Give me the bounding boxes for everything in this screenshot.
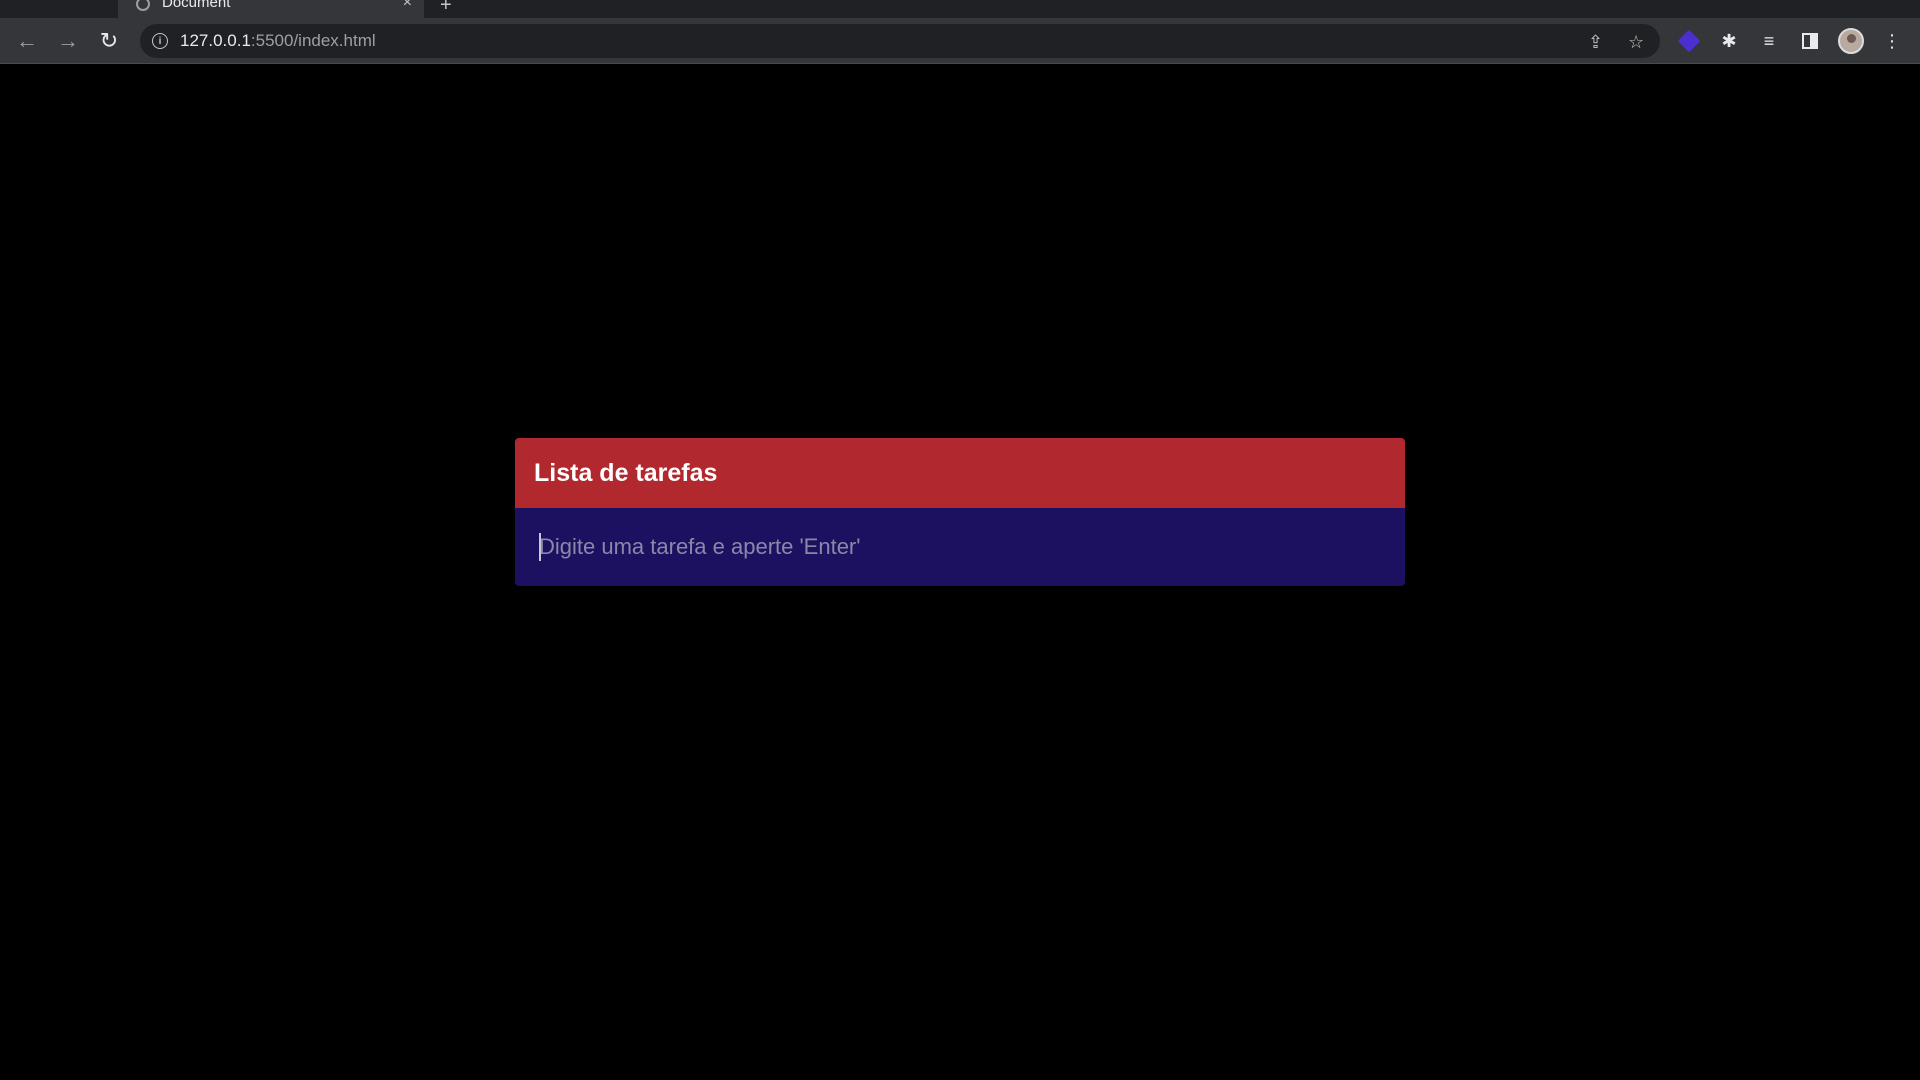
side-panel-shape bbox=[1802, 33, 1818, 49]
site-info-icon[interactable]: i bbox=[152, 33, 168, 49]
side-panel-icon[interactable] bbox=[1798, 29, 1822, 53]
browser-toolbar: ← → ↻ i 127.0.0.1:5500/index.html ⇪ ☆ ✱ … bbox=[0, 18, 1920, 64]
todo-header: Lista de tarefas bbox=[515, 438, 1405, 508]
back-icon[interactable]: ← bbox=[14, 28, 40, 54]
browser-tabstrip: Document × + bbox=[0, 0, 1920, 18]
reload-icon[interactable]: ↻ bbox=[96, 28, 122, 54]
address-bar[interactable]: i 127.0.0.1:5500/index.html ⇪ ☆ bbox=[140, 24, 1660, 58]
browser-menu-icon[interactable]: ⋮ bbox=[1880, 29, 1904, 53]
tab-close-icon[interactable]: × bbox=[403, 0, 412, 12]
todo-input-row bbox=[515, 508, 1405, 586]
browser-tab[interactable]: Document × bbox=[118, 0, 424, 18]
share-icon[interactable]: ⇪ bbox=[1588, 32, 1603, 53]
text-caret bbox=[539, 533, 541, 561]
todo-card: Lista de tarefas bbox=[515, 438, 1405, 586]
todo-title: Lista de tarefas bbox=[534, 458, 718, 487]
extension-cube-shape bbox=[1677, 29, 1701, 53]
profile-avatar[interactable] bbox=[1838, 28, 1864, 54]
forward-icon[interactable]: → bbox=[55, 28, 81, 54]
reading-list-icon[interactable]: ≡ bbox=[1757, 29, 1781, 53]
extension-cube-icon[interactable] bbox=[1677, 29, 1701, 53]
tab-title: Document bbox=[162, 0, 231, 11]
globe-icon bbox=[136, 0, 150, 11]
extensions-puzzle-icon[interactable]: ✱ bbox=[1717, 29, 1741, 53]
new-tab-button[interactable]: + bbox=[440, 0, 452, 17]
task-input[interactable] bbox=[539, 527, 1379, 567]
url-host: 127.0.0.1 bbox=[180, 31, 251, 50]
bookmark-star-icon[interactable]: ☆ bbox=[1628, 32, 1644, 53]
url-text[interactable]: 127.0.0.1:5500/index.html bbox=[180, 31, 376, 51]
url-path: :5500/index.html bbox=[250, 31, 376, 50]
